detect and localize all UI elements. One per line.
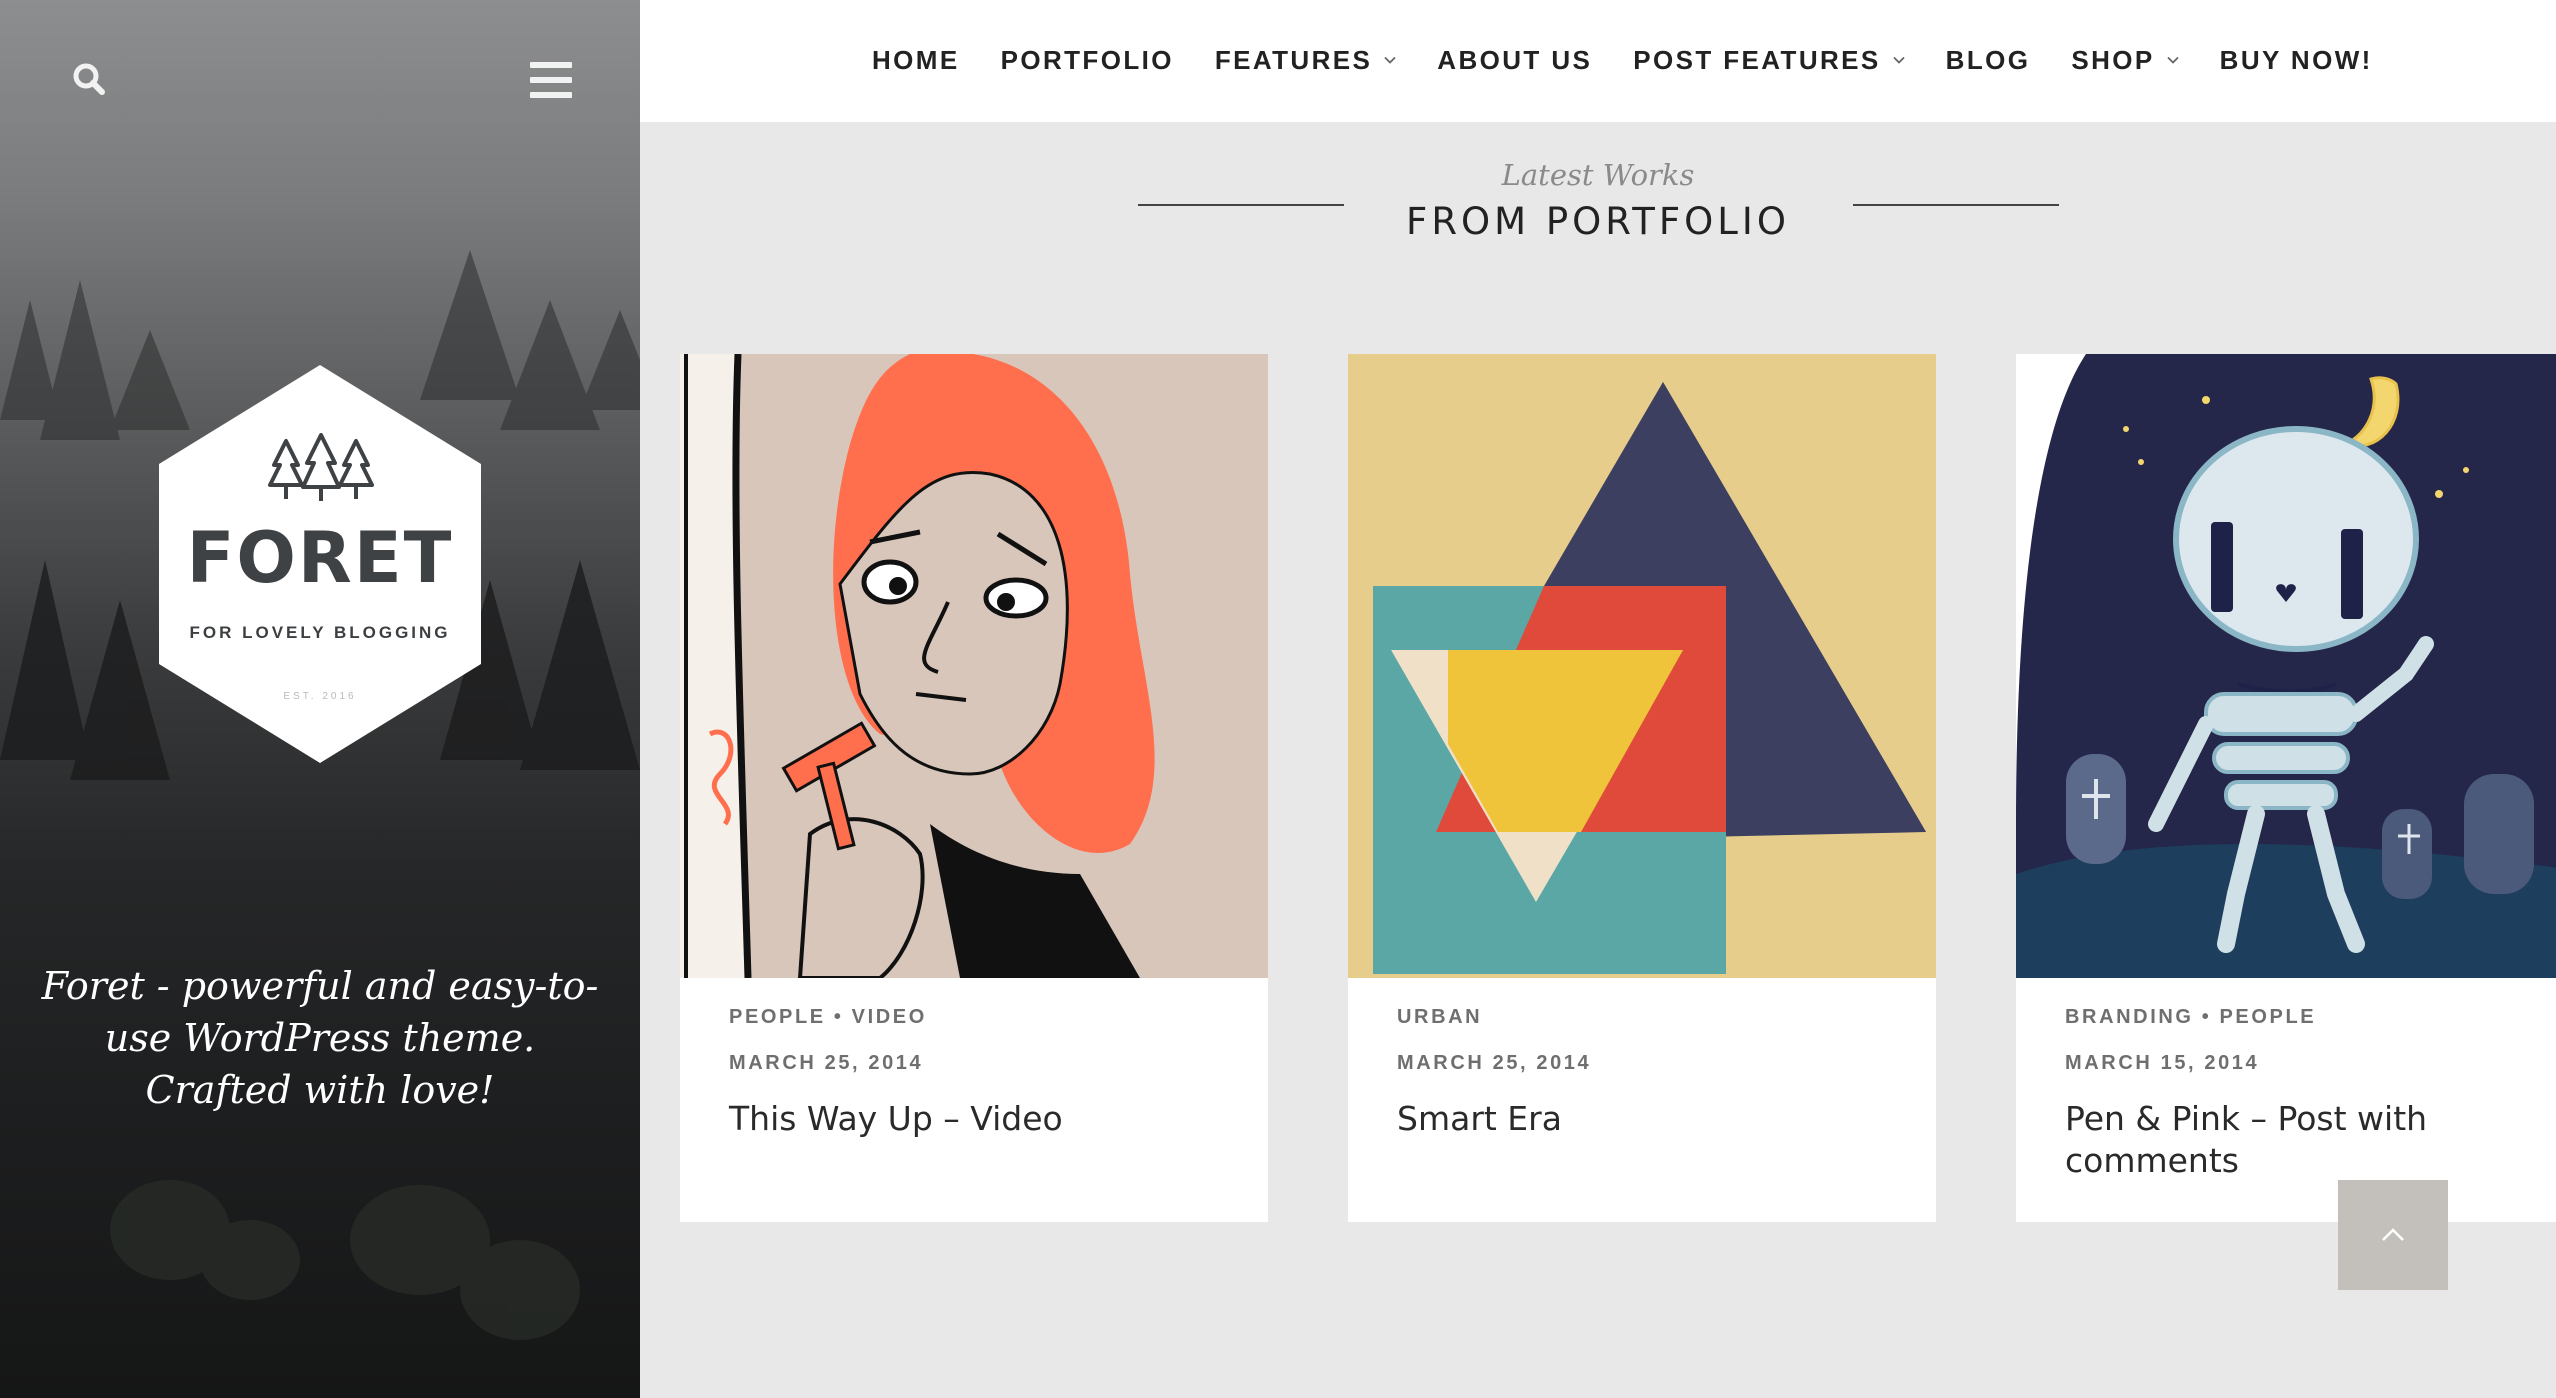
card-categories[interactable]: URBAN bbox=[1397, 1006, 1482, 1029]
section-divider-right bbox=[1853, 204, 2059, 206]
chevron-up-icon bbox=[2382, 1228, 2404, 1241]
top-navigation: HOME PORTFOLIO FEATURES ABOUT US POST FE… bbox=[640, 0, 2556, 122]
card-title[interactable]: Smart Era bbox=[1397, 1098, 1897, 1140]
girl-illustration-image bbox=[680, 354, 1268, 978]
portfolio-card[interactable]: PEOPLE • VIDEO MARCH 25, 2014 This Way U… bbox=[680, 354, 1268, 1222]
portfolio-card[interactable]: BRANDING • PEOPLE MARCH 15, 2014 Pen & P… bbox=[2016, 354, 2556, 1222]
chevron-down-icon bbox=[1384, 56, 1396, 64]
portfolio-card[interactable]: URBAN MARCH 25, 2014 Smart Era bbox=[1348, 354, 1936, 1222]
card-title[interactable]: This Way Up – Video bbox=[729, 1098, 1229, 1140]
section-title: FROM PORTFOLIO bbox=[1406, 200, 1790, 243]
nav-item-buy-now[interactable]: BUY NOW! bbox=[2220, 40, 2373, 80]
geometric-shapes-image bbox=[1348, 354, 1936, 978]
portfolio-thumbnail[interactable] bbox=[680, 354, 1268, 978]
section-kicker: Latest Works bbox=[1501, 158, 1695, 192]
search-button[interactable] bbox=[68, 58, 112, 102]
hamburger-menu-icon bbox=[530, 62, 572, 68]
nav-item-blog[interactable]: BLOG bbox=[1946, 40, 2031, 80]
card-title[interactable]: Pen & Pink – Post with comments bbox=[2065, 1098, 2556, 1182]
nav-item-home[interactable]: HOME bbox=[872, 40, 960, 80]
portfolio-thumbnail[interactable] bbox=[1348, 354, 1936, 978]
search-icon bbox=[73, 63, 105, 95]
logo-tagline: FOR LOVELY BLOGGING bbox=[189, 623, 451, 642]
nav-item-shop[interactable]: SHOP bbox=[2071, 40, 2179, 80]
logo-established: EST. 2016 bbox=[283, 691, 357, 702]
sidebar: FORET FOR LOVELY BLOGGING EST. 2016 Fore… bbox=[0, 0, 640, 1398]
card-date: MARCH 25, 2014 bbox=[729, 1052, 924, 1074]
nav-item-portfolio[interactable]: PORTFOLIO bbox=[1001, 40, 1174, 80]
hamburger-menu-button[interactable] bbox=[526, 58, 578, 102]
card-categories[interactable]: PEOPLE • VIDEO bbox=[729, 1006, 927, 1029]
back-to-top-button[interactable] bbox=[2338, 1180, 2448, 1290]
nav-item-post-features[interactable]: POST FEATURES bbox=[1633, 40, 1905, 80]
card-date: MARCH 15, 2014 bbox=[2065, 1052, 2260, 1074]
chevron-down-icon bbox=[1893, 56, 1905, 64]
logo-name: FORET bbox=[186, 517, 454, 599]
pine-trees-icon bbox=[268, 433, 374, 501]
site-logo[interactable]: FORET FOR LOVELY BLOGGING EST. 2016 bbox=[159, 365, 481, 763]
nav-item-about-us[interactable]: ABOUT US bbox=[1437, 40, 1592, 80]
skeleton-night-image bbox=[2016, 354, 2556, 978]
portfolio-thumbnail[interactable] bbox=[2016, 354, 2556, 978]
nav-menu: HOME PORTFOLIO FEATURES ABOUT US POST FE… bbox=[872, 40, 2414, 80]
main-content: Latest Works FROM PORTFOLIO PEOPLE • VID… bbox=[640, 122, 2556, 1398]
card-categories[interactable]: BRANDING • PEOPLE bbox=[2065, 1006, 2316, 1029]
card-date: MARCH 25, 2014 bbox=[1397, 1052, 1592, 1074]
site-description: Foret - powerful and easy-to-use WordPre… bbox=[41, 964, 599, 1112]
chevron-down-icon bbox=[2167, 56, 2179, 64]
nav-item-features[interactable]: FEATURES bbox=[1215, 40, 1396, 80]
